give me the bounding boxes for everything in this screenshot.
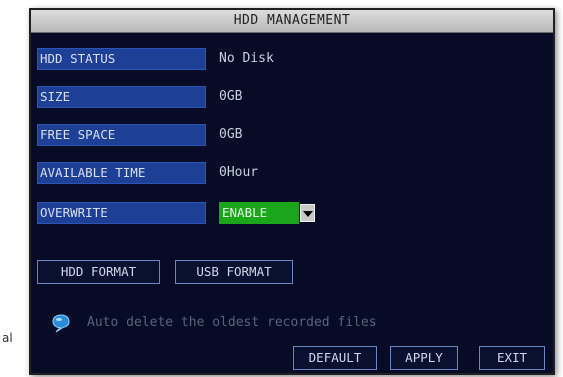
- available-time-value: 0Hour: [219, 165, 259, 180]
- free-space-label: FREE SPACE: [37, 124, 206, 146]
- hdd-format-button[interactable]: HDD FORMAT: [37, 260, 160, 284]
- available-time-label: AVAILABLE TIME: [37, 162, 206, 184]
- speech-bubble-icon: [52, 314, 70, 333]
- stray-text: al: [2, 331, 13, 345]
- free-space-value: 0GB: [219, 127, 243, 142]
- chevron-down-icon[interactable]: [300, 204, 315, 222]
- overwrite-label: OVERWRITE: [37, 202, 206, 224]
- hdd-status-value: No Disk: [219, 51, 274, 66]
- default-button[interactable]: DEFAULT: [293, 346, 377, 370]
- size-label: SIZE: [37, 86, 206, 108]
- apply-button[interactable]: APPLY: [390, 346, 458, 370]
- exit-button[interactable]: EXIT: [479, 346, 545, 370]
- hint-text: Auto delete the oldest recorded files: [87, 315, 377, 330]
- dialog-title: HDD MANAGEMENT: [31, 10, 553, 33]
- usb-format-button[interactable]: USB FORMAT: [175, 260, 293, 284]
- size-value: 0GB: [219, 89, 243, 104]
- overwrite-selected-value[interactable]: ENABLE: [219, 202, 299, 224]
- overwrite-select[interactable]: ENABLE: [219, 202, 315, 224]
- hdd-status-label: HDD STATUS: [37, 48, 206, 70]
- hdd-management-dialog: HDD MANAGEMENT HDD STATUS No Disk SIZE 0…: [29, 8, 555, 375]
